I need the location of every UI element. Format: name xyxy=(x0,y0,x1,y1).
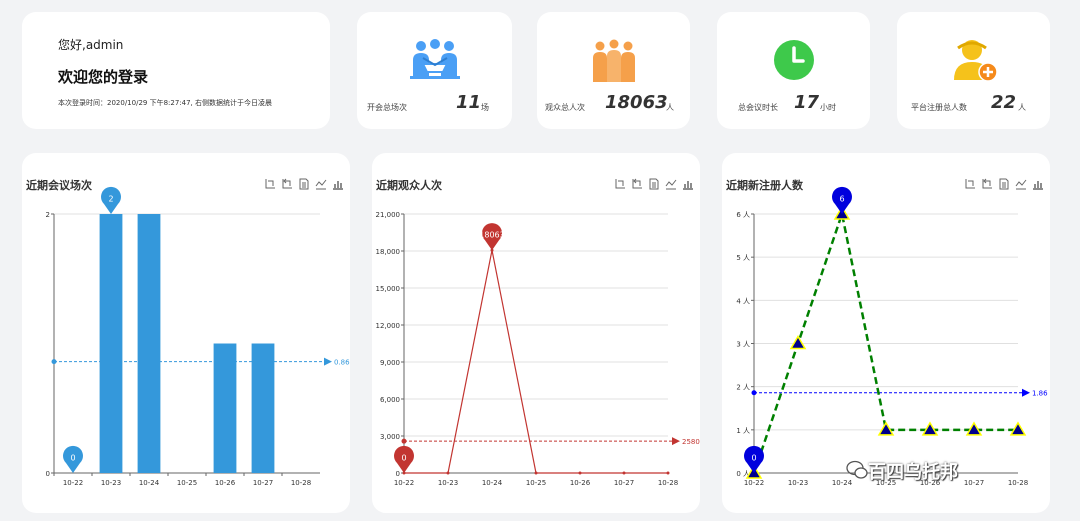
y-tick-label: 9,000 xyxy=(380,359,400,367)
data-point xyxy=(446,471,450,475)
audience-icon xyxy=(592,39,635,82)
average-line-start xyxy=(51,359,57,365)
y-tick-label: 1 人 xyxy=(736,427,750,435)
y-tick-label: 3 人 xyxy=(736,341,750,349)
x-tick-label: 10-27 xyxy=(253,479,273,487)
data-point xyxy=(578,471,582,475)
max-marker-label: 18063 xyxy=(479,231,504,240)
y-tick-label: 3,000 xyxy=(380,433,400,441)
average-line-label: 0.86 xyxy=(334,359,350,367)
chart-card-meetings: 近期会议场次 0 2 10-22 10-23 10-24 10-25 10-26 10-27 1… xyxy=(22,153,350,513)
stat-card-registered: 平台注册总人数 22 人 xyxy=(897,12,1050,129)
stat-card-audience: 观众总人次 18063 人 xyxy=(537,12,690,129)
average-line-start xyxy=(401,438,407,444)
x-tick-label: 10-23 xyxy=(101,479,121,487)
x-tick-label: 10-22 xyxy=(744,479,764,487)
x-tick-label: 10-24 xyxy=(139,479,160,487)
average-line-label: 1.86 xyxy=(1032,390,1048,398)
max-marker-label: 2 xyxy=(108,195,113,204)
average-line-arrow xyxy=(1022,388,1030,397)
stat-unit: 场 xyxy=(481,103,489,112)
x-tick-label: 10-27 xyxy=(964,479,984,487)
stat-value: 18063 xyxy=(605,92,668,113)
meeting-icon xyxy=(409,39,460,79)
login-time-text: 本次登录时间：2020/10/29 下午8:27:47, 右侧数据统计于今日凌晨 xyxy=(58,99,273,107)
stat-label: 观众总人次 xyxy=(545,103,585,112)
y-tick-label: 15,000 xyxy=(376,285,401,293)
bar xyxy=(251,343,275,473)
x-tick-label: 10-22 xyxy=(63,479,83,487)
x-tick-label: 10-26 xyxy=(215,479,236,487)
bar xyxy=(99,214,123,473)
x-tick-label: 10-25 xyxy=(177,479,197,487)
min-marker-label: 0 xyxy=(70,454,75,463)
stat-label: 平台注册总人数 xyxy=(911,103,967,112)
stat-value: 22 xyxy=(991,92,1017,113)
watermark-text: 百四乌托邦 xyxy=(868,462,958,483)
min-marker-label: 0 xyxy=(751,454,756,463)
stat-value: 11 xyxy=(456,92,482,113)
stat-label: 开会总场次 xyxy=(367,103,407,112)
y-tick-label: 5 人 xyxy=(736,254,750,262)
x-tick-label: 10-25 xyxy=(526,479,546,487)
stat-unit: 人 xyxy=(1018,103,1026,112)
wechat-icon xyxy=(846,460,868,479)
y-tick-label: 2 人 xyxy=(736,384,750,392)
greeting-text: 您好,admin xyxy=(58,38,124,52)
y-tick-label: 0 xyxy=(46,470,50,478)
bar xyxy=(213,343,237,473)
average-line-start xyxy=(751,390,757,396)
data-point xyxy=(789,335,807,350)
data-point xyxy=(622,471,626,475)
x-tick-label: 10-24 xyxy=(482,479,503,487)
x-tick-label: 10-28 xyxy=(658,479,678,487)
y-tick-label: 6 人 xyxy=(736,211,750,219)
stat-label: 总会议时长 xyxy=(738,103,778,112)
y-tick-label: 6,000 xyxy=(380,396,400,404)
bar xyxy=(137,214,161,473)
stat-card-meetings: 开会总场次 11 场 xyxy=(357,12,512,129)
welcome-card: 您好,admin 欢迎您的登录 本次登录时间：2020/10/29 下午8:27… xyxy=(22,12,330,129)
stat-unit: 小时 xyxy=(820,103,836,112)
stat-unit: 人 xyxy=(666,103,674,112)
data-point xyxy=(666,471,670,475)
x-tick-label: 10-23 xyxy=(438,479,458,487)
y-tick-label: 4 人 xyxy=(736,297,750,305)
x-tick-label: 10-24 xyxy=(832,479,853,487)
welcome-title: 欢迎您的登录 xyxy=(58,68,149,86)
data-point xyxy=(534,471,538,475)
x-tick-label: 10-27 xyxy=(614,479,634,487)
x-tick-label: 10-26 xyxy=(570,479,591,487)
meetings-bar-chart: 0 2 10-22 10-23 10-24 10-25 10-26 10-27 10-28 0.8… xyxy=(46,186,350,487)
min-marker-label: 0 xyxy=(401,454,406,463)
x-tick-label: 10-22 xyxy=(394,479,414,487)
chart-card-audience: 近期观众人次 0 3,000 6,000 9,000 12,000 15,000 18,00… xyxy=(372,153,700,513)
clock-icon xyxy=(773,40,814,80)
y-tick-label: 12,000 xyxy=(376,322,401,330)
y-tick-label: 2 xyxy=(46,211,50,219)
average-line-arrow xyxy=(324,357,332,366)
y-tick-label: 0 xyxy=(396,470,400,478)
x-tick-label: 10-23 xyxy=(788,479,808,487)
user-add-icon xyxy=(953,40,998,82)
stat-value: 17 xyxy=(794,92,820,113)
average-line-arrow xyxy=(672,437,680,446)
stat-card-duration: 总会议时长 17 小时 xyxy=(717,12,870,129)
y-tick-label: 18,000 xyxy=(376,248,401,256)
x-tick-label: 10-28 xyxy=(1008,479,1028,487)
y-tick-label: 21,000 xyxy=(376,211,401,219)
average-line-label: 2580.43 xyxy=(682,438,700,446)
max-marker-label: 6 xyxy=(839,195,844,204)
x-tick-label: 10-28 xyxy=(291,479,311,487)
audience-line-chart: 0 3,000 6,000 9,000 12,000 15,000 18,000 21,000… xyxy=(376,211,701,487)
